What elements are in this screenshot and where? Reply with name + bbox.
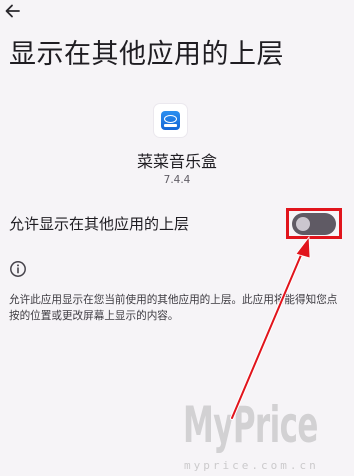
watermark: MyPrice — [183, 396, 318, 454]
permission-description: 允许此应用显示在您当前使用的其他应用的上层。此应用将能得知您点按的位置或更改屏幕… — [9, 294, 338, 322]
toggle-highlight-annotation — [286, 208, 342, 239]
back-button[interactable] — [2, 0, 24, 22]
page-title: 显示在其他应用的上层 — [9, 39, 284, 70]
app-name: 菜菜音乐盒 — [136, 152, 217, 171]
music-app-icon — [154, 104, 187, 137]
permission-label: 允许显示在其他应用的上层 — [9, 215, 190, 233]
watermark-url: myprice.com.cn — [184, 459, 319, 472]
arrow-left-icon — [5, 4, 20, 18]
info-icon — [9, 260, 27, 278]
app-version: 7.4.4 — [163, 174, 191, 186]
